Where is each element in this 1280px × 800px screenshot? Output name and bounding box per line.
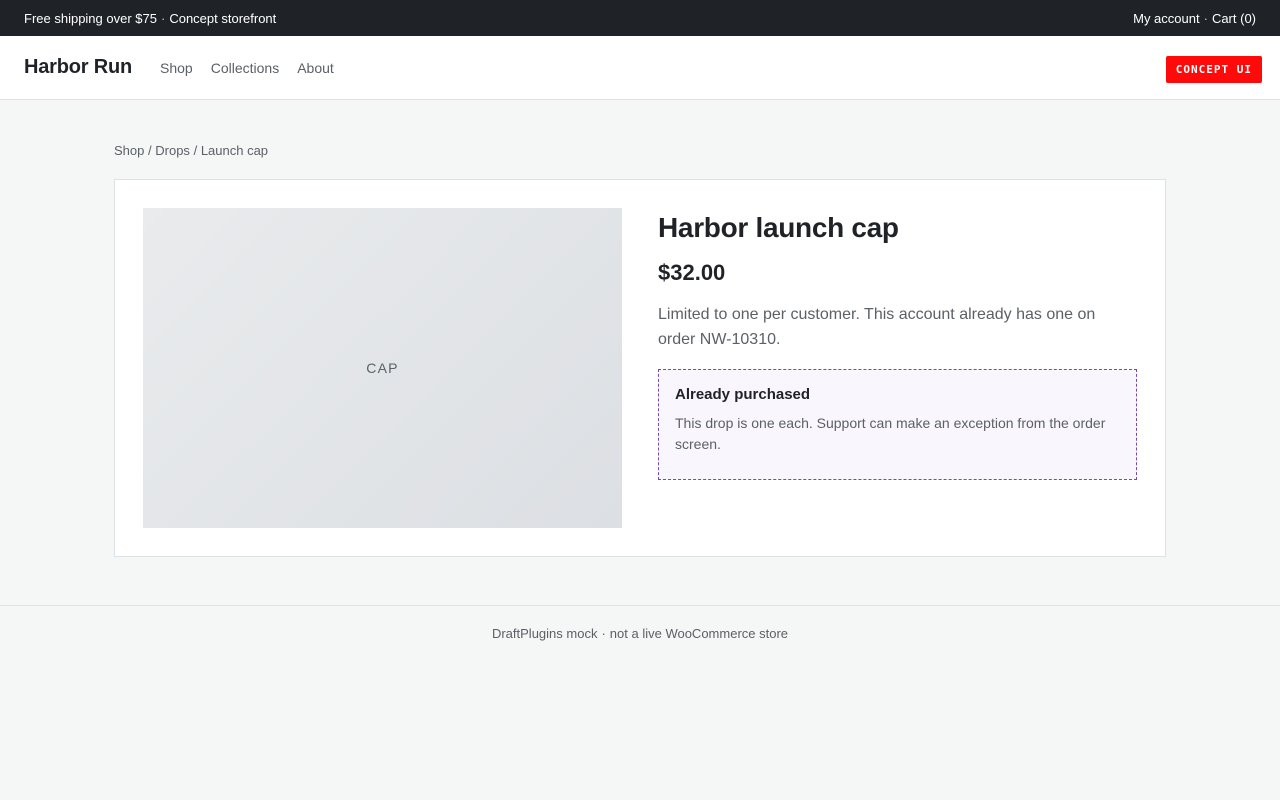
main-nav: Shop Collections About bbox=[160, 60, 334, 76]
breadcrumb-item-drops[interactable]: Drops bbox=[155, 143, 190, 158]
breadcrumb-separator: / bbox=[193, 143, 198, 158]
product-title: Harbor launch cap bbox=[658, 212, 899, 243]
product-image-label: CAP bbox=[366, 360, 399, 376]
breadcrumb-item-shop[interactable]: Shop bbox=[114, 143, 144, 158]
product-details: Harbor launch cap $32.00 Limited to one … bbox=[658, 208, 1137, 528]
main-content: Shop / Drops / Launch cap CAP Harbor lau… bbox=[114, 100, 1166, 557]
product-description: Limited to one per customer. This accoun… bbox=[658, 306, 1096, 348]
footer-left-text: DraftPlugins mock bbox=[491, 626, 598, 641]
already-purchased-notice: Already purchased This drop is one each.… bbox=[658, 369, 1137, 480]
top-announcement-bar: Free shipping over $75 · Concept storefron… bbox=[0, 0, 1280, 36]
tagline-text: Concept storefront bbox=[169, 10, 277, 26]
cart-link[interactable]: Cart (0) bbox=[1212, 11, 1256, 26]
site-header: Harbor Run Shop Collections About CONCEP… bbox=[0, 36, 1280, 100]
my-account-link[interactable]: My account bbox=[1133, 11, 1199, 26]
product-card: CAP Harbor launch cap $32.00 Limited to … bbox=[114, 179, 1166, 557]
breadcrumb-item-current: Launch cap bbox=[200, 143, 269, 158]
separator: · bbox=[1203, 10, 1208, 26]
notice-title: Already purchased bbox=[675, 386, 811, 403]
account-links: My account · Cart (0) bbox=[1133, 11, 1256, 26]
nav-item-about[interactable]: About bbox=[297, 60, 334, 76]
site-logo[interactable]: Harbor Run bbox=[24, 56, 132, 79]
separator: · bbox=[160, 10, 166, 26]
promo-text: Free shipping over $75 bbox=[24, 10, 157, 26]
notice-text: This drop is one each. Support can make … bbox=[675, 415, 1106, 452]
site-footer: DraftPlugins mock · not a live WooCommerce… bbox=[0, 605, 1280, 641]
announcement-text: Free shipping over $75 · Concept storefron… bbox=[24, 11, 276, 26]
nav-item-shop[interactable]: Shop bbox=[160, 60, 193, 76]
product-price: $32.00 bbox=[658, 260, 726, 285]
breadcrumb-separator: / bbox=[148, 143, 152, 158]
product-image: CAP bbox=[143, 208, 622, 528]
breadcrumb: Shop / Drops / Launch cap bbox=[114, 143, 1166, 158]
footer-separator: · bbox=[601, 626, 606, 641]
nav-item-collections[interactable]: Collections bbox=[211, 60, 279, 76]
concept-ui-badge: CONCEPT UI bbox=[1165, 56, 1262, 83]
footer-right-text: not a live WooCommerce store bbox=[609, 626, 789, 641]
